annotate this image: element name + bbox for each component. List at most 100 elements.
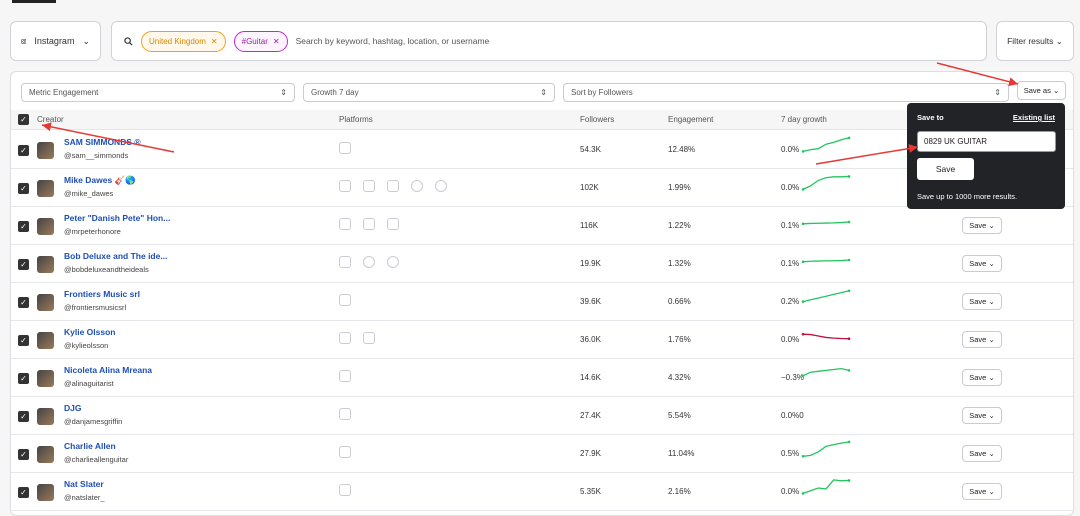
chevron-down-icon: ⌄ [988,335,995,344]
search-input[interactable]: Search by keyword, hashtag, location, or… [296,36,490,46]
popover-save-button[interactable]: Save [917,158,974,180]
facebook-icon[interactable] [363,256,375,268]
row-checkbox[interactable]: ✓ [18,487,29,498]
creator-handle: @bobdeluxeandtheideals [64,265,149,274]
creator-handle: @alinaguitarist [64,379,114,388]
creator-name[interactable]: Mike Dawes 🎸🌎 [64,175,136,186]
row-save-label: Save [969,259,987,268]
col-creator: Creator [37,115,64,124]
popover-note: Save up to 1000 more results. [917,192,1018,201]
existing-list-link[interactable]: Existing list [1013,113,1055,122]
row-save-button[interactable]: Save ⌄ [962,255,1002,272]
creator-name[interactable]: Nicoleta Alina Mreana [64,365,152,375]
platform-icons [339,256,399,268]
sparkline-path [802,441,850,457]
chip-label: United Kingdom [149,36,206,46]
platform-icons [339,294,351,306]
growth-select[interactable]: Growth 7 day ⇕ [303,83,555,102]
youtube-icon[interactable] [387,218,399,230]
instagram-icon[interactable] [339,332,351,344]
sort-select[interactable]: Sort by Followers ⇕ [563,83,1009,102]
table-row: ✓ Nicoleta Alina Mreana @alinaguitarist … [11,359,1073,397]
growth-value: 0.0% [781,145,800,154]
engagement-value: 1.32% [668,259,691,268]
creator-name[interactable]: SAM SIMMONDS ® [64,137,141,147]
growth-sparkline [801,332,851,340]
instagram-icon[interactable] [339,256,351,268]
filter-label: Filter results [1007,36,1054,46]
row-checkbox[interactable]: ✓ [18,297,29,308]
list-name-input[interactable]: 0829 UK GUITAR [917,131,1056,152]
engagement-value: 2.16% [668,487,691,496]
search-bar[interactable]: United Kingdom ✕ #Guitar ✕ Search by keywo… [111,21,987,61]
creator-name[interactable]: Peter "Danish Pete" Hon... [64,213,170,223]
sparkline-path [802,259,850,263]
table-row: ✓ Charlie Allen @charlieallenguitar 27.9… [11,435,1073,473]
chip-hashtag[interactable]: #Guitar ✕ [233,30,288,52]
youtube-icon[interactable] [387,180,399,192]
followers-value: 54.3K [580,145,601,154]
save-as-button[interactable]: Save as ⌄ [1017,81,1066,100]
row-save-button[interactable]: Save ⌄ [962,483,1002,500]
select-all-checkbox[interactable]: ✓ [18,114,29,125]
row-save-button[interactable]: Save ⌄ [962,445,1002,462]
twitter-icon[interactable] [363,218,375,230]
creator-name[interactable]: Charlie Allen [64,441,116,451]
instagram-icon [21,38,27,44]
instagram-icon[interactable] [339,484,351,496]
row-checkbox[interactable]: ✓ [18,221,29,232]
instagram-icon[interactable] [339,408,351,420]
facebook-icon[interactable] [411,180,423,192]
growth-sparkline [801,401,851,423]
instagram-icon[interactable] [339,370,351,382]
avatar [37,446,54,463]
sparkline-path [802,290,850,303]
creator-handle: @danjamesgriffin [64,417,123,426]
close-icon[interactable]: ✕ [273,37,280,46]
creator-name[interactable]: Frontiers Music srl [64,289,140,299]
avatar [37,332,54,349]
row-checkbox[interactable]: ✓ [18,335,29,346]
platform-icons [339,484,351,496]
instagram-icon[interactable] [339,294,351,306]
row-save-button[interactable]: Save ⌄ [962,407,1002,424]
instagram-icon[interactable] [339,142,351,154]
creator-name[interactable]: Kylie Olsson [64,327,116,337]
row-save-button[interactable]: Save ⌄ [962,369,1002,386]
twitter-icon[interactable] [363,180,375,192]
rss-icon[interactable] [387,256,399,268]
creator-name[interactable]: Bob Deluxe and The ide... [64,251,167,261]
followers-value: 116K [580,221,599,230]
instagram-icon[interactable] [339,446,351,458]
row-save-button[interactable]: Save ⌄ [962,331,1002,348]
filter-results-button[interactable]: Filter results ⌄ [996,21,1074,61]
avatar [37,218,54,235]
active-tab-indicator [12,0,56,3]
row-checkbox[interactable]: ✓ [18,183,29,194]
metric-select[interactable]: Metric Engagement ⇕ [21,83,295,102]
creator-name[interactable]: Nat Slater [64,479,104,489]
row-save-button[interactable]: Save ⌄ [962,217,1002,234]
twitter-icon[interactable] [363,332,375,344]
platform-icons [339,332,375,344]
chip-location[interactable]: United Kingdom ✕ [141,30,226,52]
sparkline-startpoint [801,260,805,264]
row-checkbox[interactable]: ✓ [18,411,29,422]
instagram-icon[interactable] [339,180,351,192]
updown-icon: ⇕ [540,88,547,97]
creator-handle: @kylieolsson [64,341,109,350]
chevron-down-icon: ⌄ [988,221,995,230]
instagram-icon[interactable] [339,218,351,230]
close-icon[interactable]: ✕ [211,37,218,46]
sparkline-startpoint [801,455,805,458]
row-checkbox[interactable]: ✓ [18,145,29,156]
row-save-button[interactable]: Save ⌄ [962,293,1002,310]
chevron-down-icon: ⌄ [988,411,995,420]
platform-label: Instagram [34,36,75,46]
row-checkbox[interactable]: ✓ [18,259,29,270]
platform-select[interactable]: Instagram ⌄ [10,21,101,61]
creator-name[interactable]: DJG [64,403,81,413]
row-checkbox[interactable]: ✓ [18,449,29,460]
rss-icon[interactable] [435,180,447,192]
row-checkbox[interactable]: ✓ [18,373,29,384]
